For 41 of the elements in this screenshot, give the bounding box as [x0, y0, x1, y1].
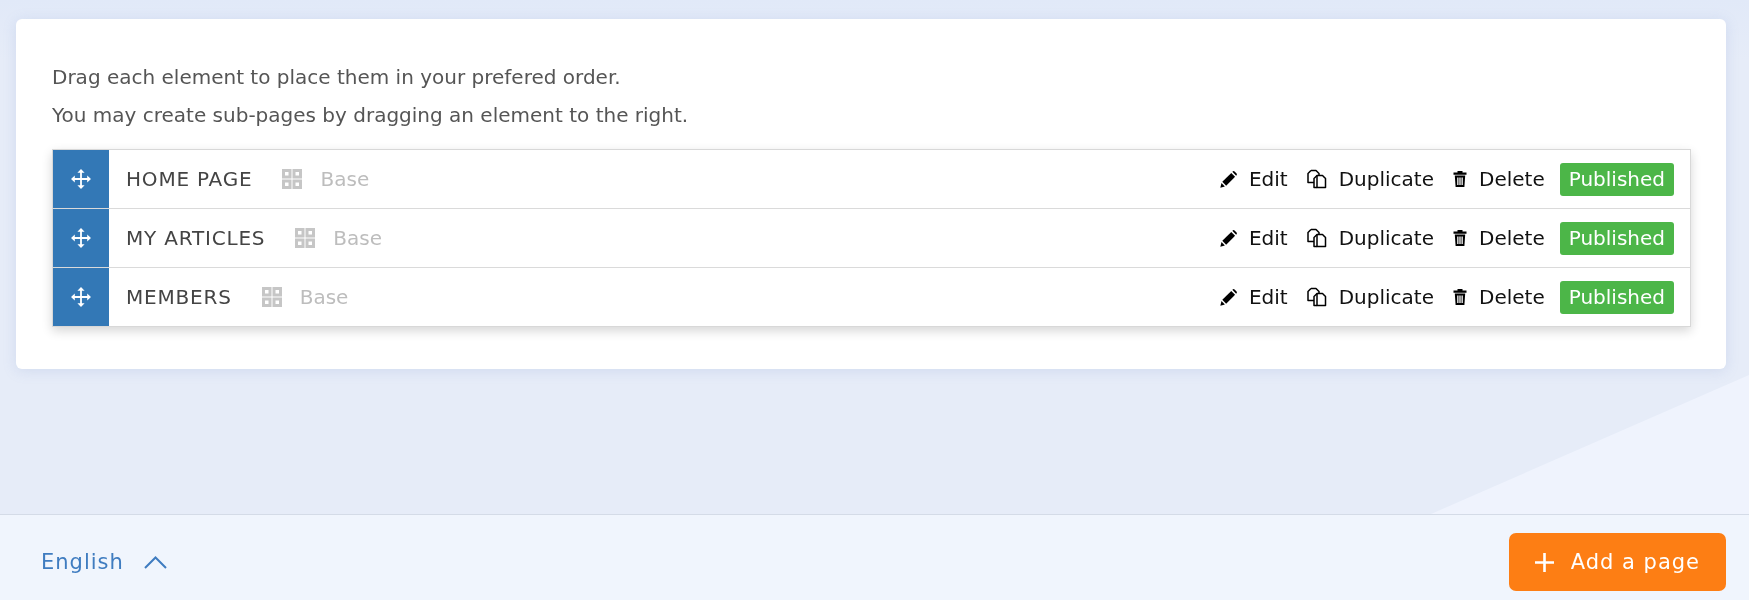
move-icon — [71, 287, 91, 307]
page-title: HOME PAGE — [126, 167, 253, 191]
duplicate-button[interactable]: Duplicate — [1306, 226, 1434, 250]
delete-button[interactable]: Delete — [1453, 167, 1545, 191]
duplicate-button[interactable]: Duplicate — [1306, 167, 1434, 191]
drag-handle[interactable] — [53, 150, 109, 208]
move-icon — [71, 169, 91, 189]
template-label: Base — [333, 226, 382, 250]
status-badge: Published — [1559, 162, 1674, 196]
delete-button[interactable]: Delete — [1453, 226, 1545, 250]
edit-button[interactable]: Edit — [1219, 167, 1288, 191]
delete-button[interactable]: Delete — [1453, 285, 1545, 309]
status-badge: Published — [1559, 280, 1674, 314]
chevron-up-icon — [143, 555, 167, 569]
plus-icon — [1534, 552, 1554, 572]
copy-icon — [1306, 228, 1327, 248]
pencil-icon — [1219, 170, 1237, 188]
trash-icon — [1453, 230, 1467, 246]
grid-icon — [282, 169, 303, 189]
duplicate-button[interactable]: Duplicate — [1306, 285, 1434, 309]
move-icon — [71, 228, 91, 248]
pencil-icon — [1219, 229, 1237, 247]
instruction-text: You may create sub-pages by dragging an element to the right. — [52, 102, 690, 129]
page-title: MEMBERS — [126, 285, 232, 309]
grid-icon — [261, 287, 282, 307]
template-label: Base — [320, 167, 370, 191]
copy-icon — [1306, 169, 1327, 189]
drag-handle[interactable] — [53, 268, 109, 326]
page-title: MY ARTICLES — [126, 226, 266, 250]
instruction-text: Drag each element to place them in your prefered order. — [52, 64, 622, 91]
pencil-icon — [1219, 288, 1237, 306]
status-badge: Published — [1559, 221, 1674, 255]
trash-icon — [1453, 289, 1467, 305]
grid-icon — [295, 228, 316, 248]
language-selector[interactable]: English — [41, 533, 167, 591]
drag-handle[interactable] — [53, 209, 109, 267]
copy-icon — [1306, 287, 1327, 307]
edit-button[interactable]: Edit — [1219, 226, 1288, 250]
edit-button[interactable]: Edit — [1219, 285, 1288, 309]
template-label: Base — [299, 285, 349, 309]
trash-icon — [1453, 171, 1467, 187]
